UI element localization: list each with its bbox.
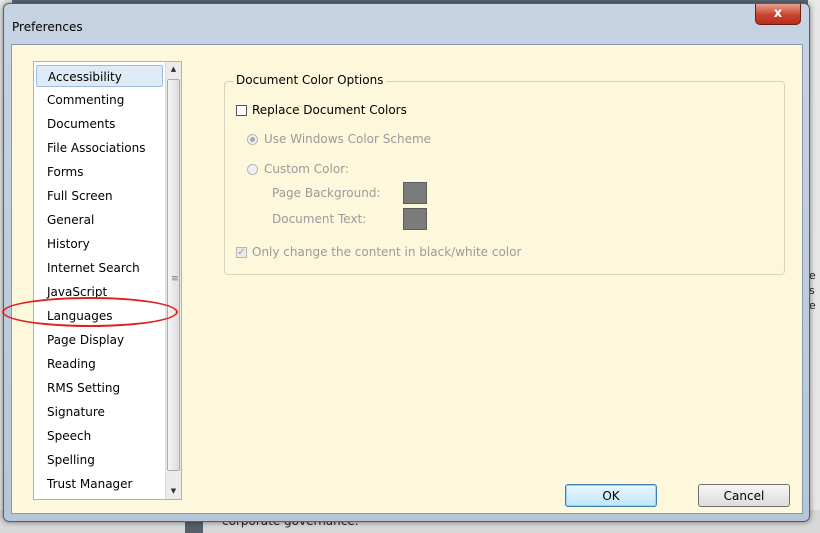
category-item-general[interactable]: General	[36, 209, 163, 231]
category-item-full-screen[interactable]: Full Screen	[36, 185, 163, 207]
category-item-signature[interactable]: Signature	[36, 401, 163, 423]
category-item-commenting[interactable]: Commenting	[36, 89, 163, 111]
replace-colors-row[interactable]: Replace Document Colors	[236, 103, 407, 117]
custom-color-row[interactable]: Custom Color:	[247, 162, 349, 176]
scrollbar-grip-icon: ≡	[171, 274, 179, 284]
annotation-ellipse	[2, 297, 178, 327]
group-title: Document Color Options	[233, 73, 387, 87]
category-item-forms[interactable]: Forms	[36, 161, 163, 183]
use-windows-radio[interactable]	[247, 133, 258, 145]
background-right-text: e s e	[809, 269, 816, 312]
scroll-down-arrow-icon[interactable]: ▼	[166, 484, 181, 499]
category-item-page-display[interactable]: Page Display	[36, 329, 163, 351]
document-text-label: Document Text:	[272, 212, 367, 226]
preferences-window: Preferences x Accessibility Commenting D…	[3, 3, 810, 522]
only-change-checkbox[interactable]: ✓	[236, 246, 247, 258]
category-item-speech[interactable]: Speech	[36, 425, 163, 447]
scrollbar-thumb[interactable]: ≡	[167, 79, 180, 471]
only-change-label: Only change the content in black/white c…	[252, 245, 522, 259]
document-color-options-group: Document Color Options Replace Document …	[224, 73, 785, 275]
category-item-accessibility[interactable]: Accessibility	[36, 65, 163, 87]
dialog-client-area: Accessibility Commenting Documents File …	[11, 44, 803, 514]
category-item-spelling[interactable]: Spelling	[36, 449, 163, 471]
category-item-file-associations[interactable]: File Associations	[36, 137, 163, 159]
page-background-row: Page Background:	[272, 182, 427, 204]
category-item-rms-setting[interactable]: RMS Setting	[36, 377, 163, 399]
page-background-label: Page Background:	[272, 186, 381, 200]
custom-color-radio[interactable]	[247, 163, 258, 175]
only-change-row[interactable]: ✓ Only change the content in black/white…	[236, 245, 521, 259]
category-item-reading[interactable]: Reading	[36, 353, 163, 375]
replace-colors-checkbox[interactable]	[236, 104, 247, 116]
ok-button[interactable]: OK	[565, 484, 657, 507]
replace-colors-label: Replace Document Colors	[252, 103, 407, 117]
use-windows-label: Use Windows Color Scheme	[264, 132, 432, 146]
category-item-documents[interactable]: Documents	[36, 113, 163, 135]
document-text-row: Document Text:	[272, 208, 427, 230]
category-item-history[interactable]: History	[36, 233, 163, 255]
close-button[interactable]: x	[755, 4, 801, 25]
category-list[interactable]: Accessibility Commenting Documents File …	[33, 61, 182, 500]
scroll-up-arrow-icon[interactable]: ▲	[166, 62, 181, 77]
use-windows-row[interactable]: Use Windows Color Scheme	[247, 132, 431, 146]
custom-color-label: Custom Color:	[264, 162, 349, 176]
document-text-swatch[interactable]	[403, 208, 427, 230]
category-item-internet-search[interactable]: Internet Search	[36, 257, 163, 279]
window-title: Preferences	[12, 20, 83, 34]
category-scrollbar[interactable]: ▲ ≡ ▼	[165, 62, 181, 499]
category-item-trust-manager[interactable]: Trust Manager	[36, 473, 163, 495]
page-background-swatch[interactable]	[403, 182, 427, 204]
cancel-button[interactable]: Cancel	[698, 484, 790, 507]
